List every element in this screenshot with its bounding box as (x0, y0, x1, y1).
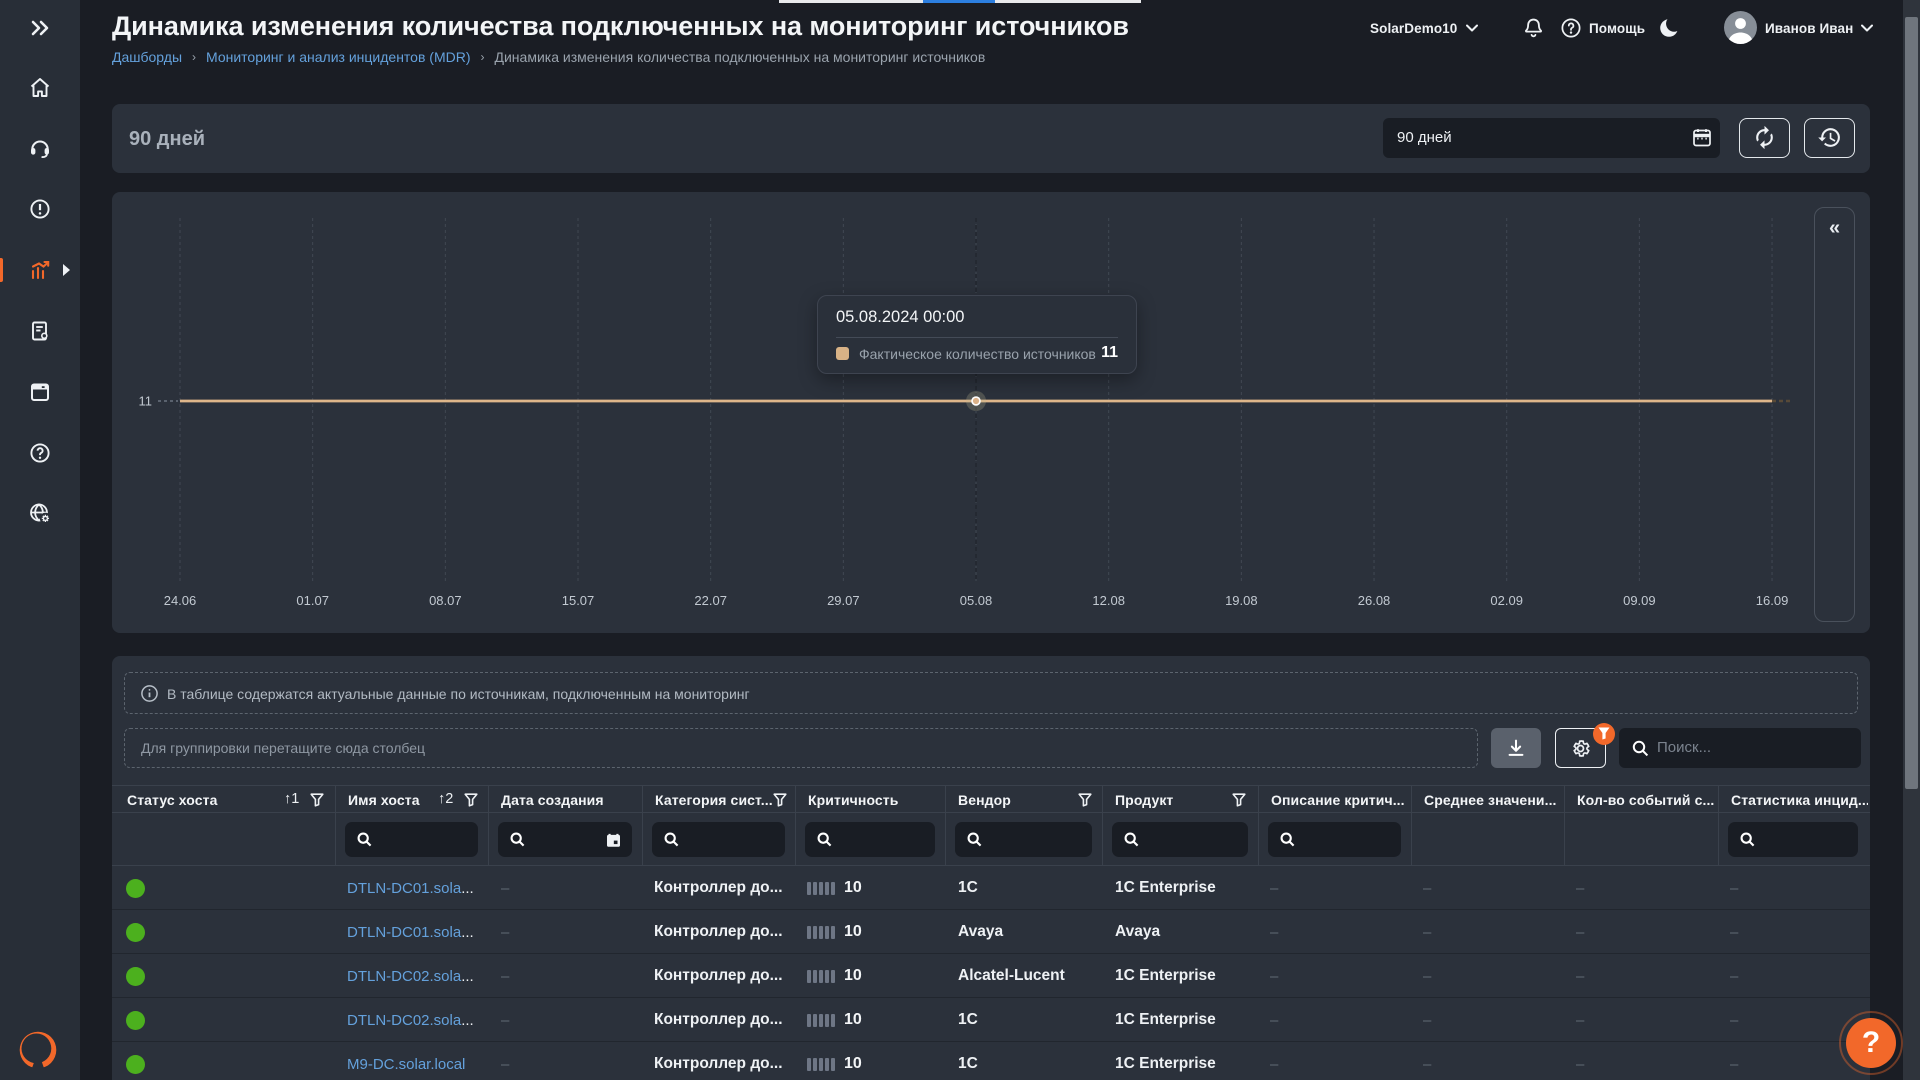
svg-text:02.09: 02.09 (1490, 593, 1523, 608)
svg-text:19.08: 19.08 (1225, 593, 1258, 608)
svg-text:26.08: 26.08 (1358, 593, 1391, 608)
svg-text:12.08: 12.08 (1092, 593, 1125, 608)
svg-text:01.07: 01.07 (296, 593, 329, 608)
svg-text:15.07: 15.07 (562, 593, 595, 608)
svg-text:16.09: 16.09 (1756, 593, 1789, 608)
svg-text:24.06: 24.06 (164, 593, 197, 608)
svg-text:09.09: 09.09 (1623, 593, 1656, 608)
svg-text:05.08: 05.08 (960, 593, 993, 608)
svg-text:29.07: 29.07 (827, 593, 860, 608)
svg-text:11: 11 (139, 394, 153, 409)
svg-text:08.07: 08.07 (429, 593, 462, 608)
svg-text:22.07: 22.07 (694, 593, 727, 608)
